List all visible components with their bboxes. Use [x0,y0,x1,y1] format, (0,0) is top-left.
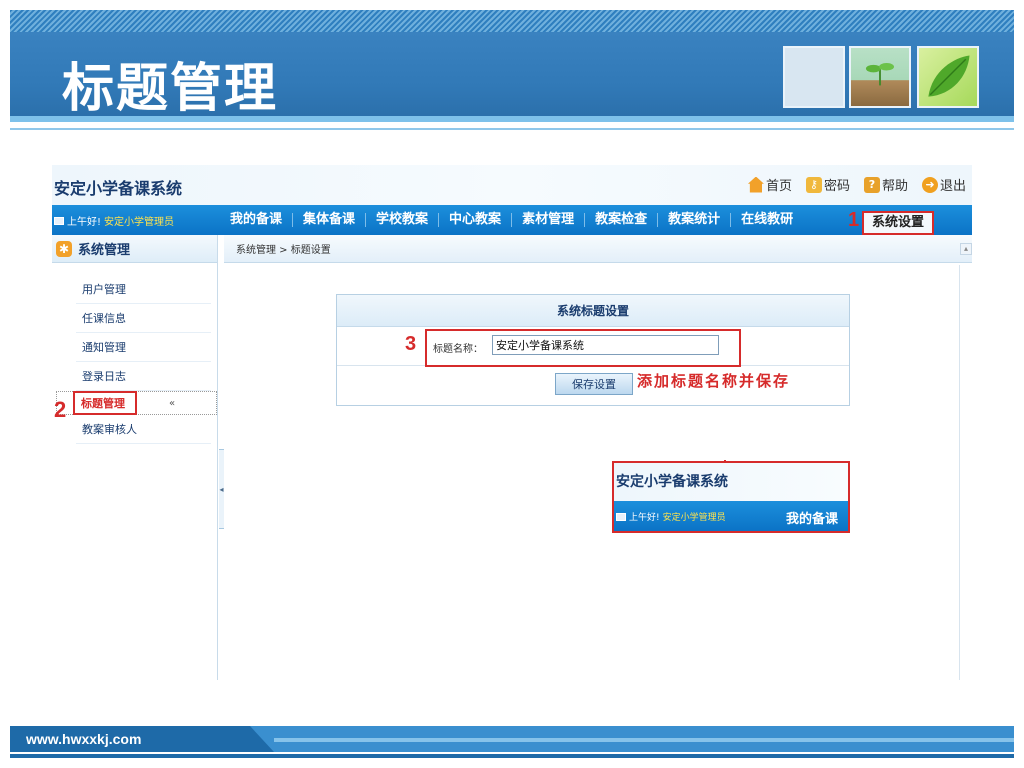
title-field-row: 3 标题名称： [337,327,849,367]
instruction-hint: 添加标题名称并保存 [637,372,791,390]
preview-menu-item: 我的备课 [785,512,838,527]
tab-system-settings[interactable]: 系统设置 [862,211,934,235]
exit-label: 退出 [939,179,966,194]
menu-item-school-plans[interactable]: 学校教案 [366,213,440,227]
menu-item-plan-check[interactable]: 教案检查 [585,213,659,227]
id-card-icon [616,512,626,521]
sidebar-list: 用户管理 任课信息 通知管理 登录日志 标题管理 « 教案审核人 [52,263,217,444]
id-card-icon [54,216,64,225]
menu-item-my-prep[interactable]: 我的备课 [220,213,294,227]
menu-item-center-plans[interactable]: 中心教案 [439,213,513,227]
sidebar-item-label: 教案审核人 [82,423,137,436]
title-name-input[interactable] [492,335,719,355]
title-underline [10,116,1014,122]
password-label: 密码 [823,179,850,194]
app-name: 安定小学备课系统 [54,179,183,198]
preview-greeting-prefix: 上午好! [629,513,660,523]
sidebar-item-label: 登录日志 [82,370,126,383]
key-icon: ⚷ [805,176,822,193]
title-settings-panel: 系统标题设置 3 标题名称： 保存设置 添加标题名称并保存 [336,294,850,406]
sprout-image [849,46,911,108]
sidebar-item-user-management[interactable]: 用户管理 [76,275,211,304]
password-link[interactable]: ⚷ 密码 [805,175,850,194]
exit-icon: ➜ [921,176,938,193]
footer-stripe [274,738,1014,742]
slide: 标题管理 安定小学备课系统 首页 ⚷ 密码 ? 帮助 ➜ 退出 上午好! 安定小学管理… [0,0,1024,768]
header-hatch-band [10,10,1014,32]
greeting: 上午好! 安定小学管理员 [54,213,174,228]
button-row: 保存设置 添加标题名称并保存 [337,366,849,405]
sidebar-heading: ✱ 系统管理 [52,235,217,263]
preview-app-name: 安定小学备课系统 [614,463,848,501]
sidebar-item-notices[interactable]: 通知管理 [76,333,211,362]
step-1-marker: 1 [848,209,860,231]
save-settings-button[interactable]: 保存设置 [555,373,633,395]
title-band: 标题管理 [10,32,1014,122]
scroll-track [959,265,960,680]
menu-item-online-research[interactable]: 在线教研 [731,213,803,227]
step-2-marker: 2 [54,397,67,422]
decor-thumbnail-blank [783,46,845,108]
step-3-marker: 3 [405,333,417,355]
greeting-user[interactable]: 安定小学管理员 [104,213,174,228]
exit-link[interactable]: ➜ 退出 [921,175,966,194]
preview-greeting: 上午好! 安定小学管理员 [616,510,726,523]
leaf-image [917,46,979,108]
sidebar-item-label: 通知管理 [82,341,126,354]
top-links: 首页 ⚷ 密码 ? 帮助 ➜ 退出 [747,175,966,194]
sidebar: ✱ 系统管理 用户管理 任课信息 通知管理 登录日志 标题管理 « 教案审核人 [52,235,218,680]
home-icon [747,176,764,193]
title-name-label: 标题名称： [433,344,483,355]
help-icon: ? [863,176,880,193]
scroll-up-arrow-icon[interactable]: ▴ [960,243,972,255]
sidebar-item-label: 用户管理 [82,283,126,296]
sidebar-item-course-info[interactable]: 任课信息 [76,304,211,333]
slide-title: 标题管理 [62,59,279,119]
footer-url: www.hwxxkj.com [26,731,142,747]
sidebar-item-label: 标题管理 [73,391,137,415]
menu-item-materials[interactable]: 素材管理 [512,213,586,227]
menu-bar: 我的备课 集体备课 学校教案 中心教案 素材管理 教案检查 教案统计 在线教研 [220,205,803,235]
home-link[interactable]: 首页 [747,175,792,194]
divider [10,128,1014,130]
main-nav: 上午好! 安定小学管理员 我的备课 集体备课 学校教案 中心教案 素材管理 教案… [52,205,972,235]
sidebar-heading-label: 系统管理 [78,243,131,258]
panel-title: 系统标题设置 [337,295,849,327]
help-label: 帮助 [881,179,908,194]
preview-greeting-user: 安定小学管理员 [662,513,726,523]
help-link[interactable]: ? 帮助 [863,175,908,194]
preview-nav: 上午好! 安定小学管理员 我的备课 [614,501,848,531]
collapse-icon[interactable]: « [169,398,175,409]
app-header: 安定小学备课系统 首页 ⚷ 密码 ? 帮助 ➜ 退出 [52,165,972,205]
sidebar-item-login-log[interactable]: 登录日志 [76,362,211,391]
gear-icon: ✱ [56,240,72,257]
sidebar-item-title-management[interactable]: 标题管理 « [56,391,217,415]
footer-underline [10,754,1014,758]
greeting-prefix: 上午好! [67,217,102,228]
menu-item-group-prep[interactable]: 集体备课 [293,213,367,227]
result-preview: 安定小学备课系统 上午好! 安定小学管理员 我的备课 [612,461,850,533]
content-area: 系统管理 > 标题设置 ▴ 系统标题设置 3 标题名称： 保存设置 添加标题名称… [224,235,972,680]
menu-item-plan-stats[interactable]: 教案统计 [658,213,732,227]
home-label: 首页 [765,179,792,194]
app-window: 安定小学备课系统 首页 ⚷ 密码 ? 帮助 ➜ 退出 上午好! 安定小学管理员 我的备… [52,165,972,680]
sidebar-item-label: 任课信息 [82,312,126,325]
breadcrumb: 系统管理 > 标题设置 [224,235,972,263]
sidebar-item-plan-reviewer[interactable]: 教案审核人 [76,415,211,444]
